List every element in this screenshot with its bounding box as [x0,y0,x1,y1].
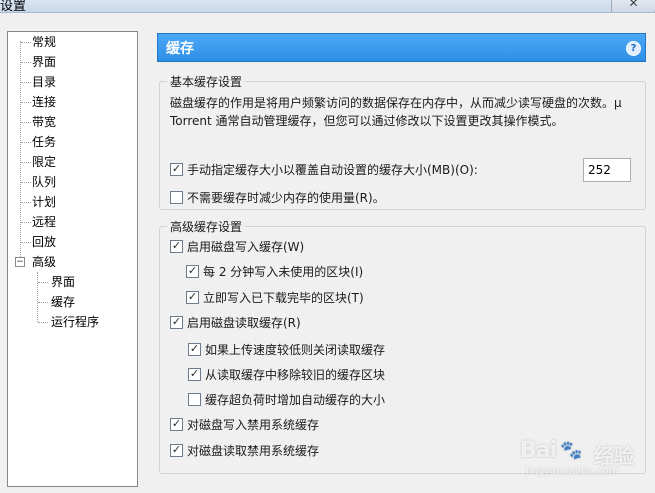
cache-size-input[interactable]: 252 [583,158,631,182]
checkbox-label: 缓存超负荷时增加自动缓存的大小 [205,393,386,407]
check-icon: ✓ [189,342,200,355]
page-title: 缓存 [166,41,194,57]
tree-item-queue[interactable]: 队列 [32,173,56,191]
tree-item-connection[interactable]: 连接 [32,93,56,111]
checkbox-label: 手动指定缓存大小以覆盖自动设置的缓存大小(MB)(O): [187,163,478,177]
tree-connector [21,42,31,43]
check-icon: ✓ [171,315,182,328]
tree-item-general[interactable]: 常规 [32,33,56,51]
check-icon: ✓ [187,290,198,303]
settings-tree[interactable]: 常规 界面 目录 连接 带宽 任务 限定 队列 计划 远程 回放 − 高级 界面… [7,31,138,487]
tree-item-scheduler[interactable]: 计划 [32,193,56,211]
check-icon: ✓ [189,367,200,380]
checkbox-label: 每 2 分钟写入未使用的区块(I) [203,265,364,279]
checkbox-box[interactable]: ✓ [188,367,201,381]
checkbox-label: 对磁盘读取禁用系统缓存 [187,444,320,458]
tree-item-limits[interactable]: 限定 [32,153,56,171]
tree-connector [21,82,31,83]
remove-old-blocks-checkbox[interactable]: ✓ 从读取缓存中移除较旧的缓存区块 [188,367,385,383]
check-icon: ✓ [171,239,182,252]
reduce-memory-checkbox[interactable]: 不需要缓存时减少内存的使用量(R)。 [170,190,385,206]
basic-cache-description-line1: 磁盘缓存的作用是将用户频繁访问的数据保存在内存中，从而减少读写硬盘的次数。μ [170,96,622,110]
tree-item-advanced[interactable]: 高级 [32,253,56,271]
tree-connector [21,102,31,103]
section-header: 缓存 ? [157,33,646,62]
disable-os-write-cache-checkbox[interactable]: ✓ 对磁盘写入禁用系统缓存 [170,417,319,433]
checkbox-box[interactable]: ✓ [170,443,183,457]
disable-read-cache-slow-upload-checkbox[interactable]: ✓ 如果上传速度较低则关闭读取缓存 [188,342,385,358]
check-icon: ✓ [187,264,198,277]
tree-item-remote[interactable]: 远程 [32,213,56,231]
tree-connector [20,41,21,261]
tree-connector [21,142,31,143]
tree-item-bandwidth[interactable]: 带宽 [32,113,56,131]
enable-write-cache-checkbox[interactable]: ✓ 启用磁盘写入缓存(W) [170,239,304,255]
checkbox-label: 立即写入已下载完毕的区块(T) [203,291,364,305]
checkbox-box[interactable]: ✓ [186,264,199,278]
checkbox-box[interactable]: ✓ [170,417,183,431]
check-icon: ✓ [171,443,182,456]
checkbox-box[interactable]: ✓ [170,315,183,329]
advanced-cache-legend: 高级缓存设置 [167,218,246,235]
checkbox-label: 启用磁盘读取缓存(R) [187,316,301,330]
tree-item-interface[interactable]: 界面 [32,53,56,71]
checkbox-box[interactable] [170,191,183,204]
checkbox-box[interactable]: ✓ [186,290,199,304]
check-icon: ✓ [171,417,182,430]
override-cache-size-checkbox[interactable]: ✓ 手动指定缓存大小以覆盖自动设置的缓存大小(MB)(O): [170,162,478,178]
tree-connector [38,302,48,303]
tree-connector [21,242,31,243]
tree-connector [38,322,48,323]
checkbox-box[interactable]: ✓ [170,162,183,176]
tree-item-playback[interactable]: 回放 [32,233,56,251]
tree-connector [21,222,31,223]
tree-item-directories[interactable]: 目录 [32,73,56,91]
tree-item-cache[interactable]: 缓存 [51,293,75,311]
basic-cache-description-line2: Torrent 通常自动管理缓存，但您可以通过修改以下设置更改其操作模式。 [170,114,564,128]
enable-read-cache-checkbox[interactable]: ✓ 启用磁盘读取缓存(R) [170,315,301,331]
checkbox-label: 如果上传速度较低则关闭读取缓存 [205,343,386,357]
help-icon[interactable]: ? [626,41,641,56]
tree-item-advanced-interface[interactable]: 界面 [51,273,75,291]
checkbox-box[interactable]: ✓ [188,342,201,356]
tree-connector [37,272,38,322]
tree-item-run-program[interactable]: 运行程序 [51,313,99,331]
checkbox-box[interactable] [188,393,201,406]
tree-connector [21,122,31,123]
check-icon: ✓ [171,162,182,175]
tree-connector [21,162,31,163]
close-button[interactable]: ✕ [611,0,655,12]
tree-connector [21,62,31,63]
window-title: 设置 [0,0,27,13]
collapse-icon[interactable]: − [15,257,25,267]
tree-connector [38,282,48,283]
basic-cache-legend: 基本缓存设置 [167,73,246,90]
disable-os-read-cache-checkbox[interactable]: ✓ 对磁盘读取禁用系统缓存 [170,443,319,459]
close-icon: ✕ [628,0,639,10]
tree-connector [21,202,31,203]
checkbox-label: 不需要缓存时减少内存的使用量(R)。 [187,191,385,205]
tree-item-tasks[interactable]: 任务 [32,133,56,151]
checkbox-box[interactable]: ✓ [170,239,183,253]
write-unused-blocks-checkbox[interactable]: ✓ 每 2 分钟写入未使用的区块(I) [186,264,363,280]
checkbox-label: 从读取缓存中移除较旧的缓存区块 [205,368,386,382]
write-finished-blocks-checkbox[interactable]: ✓ 立即写入已下载完毕的区块(T) [186,290,364,306]
tree-connector [21,182,31,183]
checkbox-label: 启用磁盘写入缓存(W) [187,240,305,254]
checkbox-label: 对磁盘写入禁用系统缓存 [187,418,320,432]
grow-cache-on-thrash-checkbox[interactable]: 缓存超负荷时增加自动缓存的大小 [188,392,385,408]
window-titlebar: 设置 ✕ [0,0,655,13]
